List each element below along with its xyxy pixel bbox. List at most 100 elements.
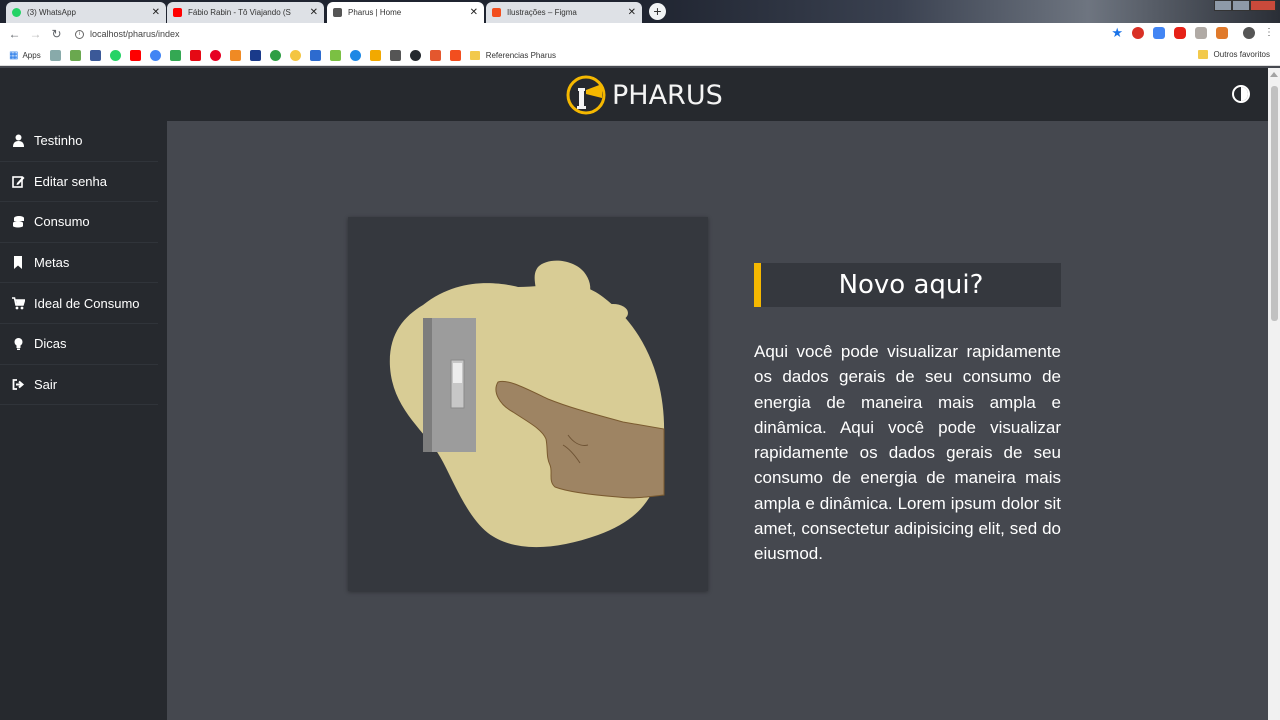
minimize-icon[interactable] <box>1214 0 1232 11</box>
scrollbar-thumb[interactable] <box>1271 86 1278 321</box>
sidebar-item-dicas[interactable]: Dicas <box>0 324 158 365</box>
bookmark-orange-icon[interactable] <box>229 49 241 61</box>
bookmark-oo-icon[interactable] <box>329 49 341 61</box>
sidebar-item-metas[interactable]: Metas <box>0 243 158 284</box>
sidebar-item-label: Sair <box>34 376 58 392</box>
switch-toggle <box>453 363 462 383</box>
bookmark-icon <box>14 256 22 270</box>
whatsapp-icon <box>12 8 21 17</box>
bookmark-folder-referencias[interactable]: Referencias Pharus <box>469 50 556 60</box>
switch-plate-edge <box>423 318 432 452</box>
apps-grid-icon: ▦ <box>9 49 19 61</box>
menu-kebab-icon[interactable]: ⋮ <box>1264 27 1274 39</box>
bookmark-suap-icon[interactable] <box>49 49 61 61</box>
sidebar-item-profile[interactable]: Testinho <box>0 121 158 162</box>
lightbulb-icon <box>14 338 23 351</box>
url-field[interactable]: i localhost/pharus/index <box>75 29 180 39</box>
page-scrollbar[interactable] <box>1268 68 1280 720</box>
tab-label: (3) WhatsApp <box>27 8 76 17</box>
tab-label: Pharus | Home <box>348 8 402 17</box>
back-arrow-icon[interactable]: ← <box>4 27 25 41</box>
bookmark-yellow-icon[interactable] <box>289 49 301 61</box>
contrast-icon[interactable] <box>1232 85 1250 103</box>
close-icon[interactable]: ✕ <box>628 7 636 18</box>
avatar[interactable] <box>1243 27 1255 39</box>
maximize-icon[interactable] <box>1232 0 1250 11</box>
bookmark-label: Outros favoritos <box>1213 50 1270 59</box>
edit-icon <box>12 176 25 188</box>
tab-pharus-home[interactable]: Pharus | Home ✕ <box>327 2 484 23</box>
window-close-icon[interactable] <box>1250 0 1276 11</box>
extension-toolbar: ★ ⋮ <box>1111 26 1274 39</box>
bookmark-ph-icon[interactable] <box>309 49 321 61</box>
close-icon[interactable]: ✕ <box>470 7 478 18</box>
sidebar-item-label: Dicas <box>34 336 67 352</box>
user-icon <box>13 134 24 148</box>
github-icon[interactable] <box>409 49 421 61</box>
cart-icon <box>12 296 25 310</box>
tab-youtube[interactable]: Fábio Rabin - Tô Viajando (S ✕ <box>167 2 324 23</box>
sidebar-item-label: Ideal de Consumo <box>34 295 140 311</box>
sidebar-item-label: Metas <box>34 255 70 271</box>
coins-icon <box>13 216 24 228</box>
whatsapp-bookmark-icon[interactable] <box>109 49 121 61</box>
tab-figma[interactable]: Ilustrações – Figma ✕ <box>486 2 642 23</box>
sidebar-item-edit-password[interactable]: Editar senha <box>0 162 158 203</box>
browser-tab-bar: (3) WhatsApp ✕ Fábio Rabin - Tô Viajando… <box>0 0 1280 23</box>
bookmark-apps[interactable]: ▦ Apps <box>9 50 41 61</box>
youtube-icon <box>173 8 182 17</box>
logout-icon <box>12 378 25 390</box>
lighthouse-logo-icon <box>566 75 606 115</box>
sidebar-item-label: Consumo <box>34 214 90 230</box>
bookmarks-bar: ▦ Apps Referencias Pharus Outros favorit… <box>0 45 1280 66</box>
forward-arrow-icon[interactable]: → <box>25 27 46 41</box>
tab-label: Ilustrações – Figma <box>507 8 577 17</box>
folder-icon <box>469 50 480 60</box>
translate-icon[interactable] <box>1153 27 1165 39</box>
main-content: Novo aqui? Aqui você pode visualizar rap… <box>167 121 1268 720</box>
youtube-ext-icon[interactable] <box>1174 27 1186 39</box>
address-bar: ← → ↻ i localhost/pharus/index ★ ⋮ <box>0 23 1280 45</box>
reload-icon[interactable]: ↻ <box>46 27 67 41</box>
bookmark-other-favorites[interactable]: Outros favoritos <box>1197 50 1270 59</box>
scroll-up-icon[interactable] <box>1270 72 1278 77</box>
adblock-icon[interactable] <box>1132 27 1144 39</box>
close-icon[interactable]: ✕ <box>310 7 318 18</box>
figma-bookmark-icon[interactable] <box>449 49 461 61</box>
illustration-card <box>348 217 708 591</box>
bookmark-label: Apps <box>22 50 41 60</box>
welcome-heading: Novo aqui? <box>838 270 984 300</box>
bookmark-mail-icon[interactable] <box>429 49 441 61</box>
tab-bar-background <box>640 0 1280 23</box>
pharus-favicon-icon <box>333 8 342 17</box>
sidebar-item-consumo[interactable]: Consumo <box>0 202 158 243</box>
facebook-icon[interactable] <box>89 49 101 61</box>
close-icon[interactable]: ✕ <box>152 7 160 18</box>
pharus-bookmark-icon[interactable] <box>389 49 401 61</box>
sidebar-item-ideal-consumo[interactable]: Ideal de Consumo <box>0 283 158 324</box>
office-icon[interactable] <box>1216 27 1228 39</box>
bookmark-star-icon[interactable]: ★ <box>1111 26 1123 39</box>
youtube-bookmark-icon[interactable] <box>129 49 141 61</box>
drive-icon[interactable] <box>169 49 181 61</box>
new-tab-button[interactable]: + <box>649 3 666 20</box>
bookmark-r-icon[interactable] <box>249 49 261 61</box>
pinterest-icon[interactable] <box>209 49 221 61</box>
pdf-icon[interactable] <box>1195 27 1207 39</box>
sidebar-item-label: Editar senha <box>34 173 107 189</box>
pharus-logo[interactable]: PHARUS <box>566 75 723 115</box>
bookmark-blue-icon[interactable] <box>349 49 361 61</box>
netflix-icon[interactable] <box>189 49 201 61</box>
sidebar-item-sair[interactable]: Sair <box>0 365 158 406</box>
bookmark-green-circle-icon[interactable] <box>269 49 281 61</box>
window-controls <box>1214 0 1276 11</box>
google-icon[interactable] <box>149 49 161 61</box>
bookmark-flag-icon[interactable] <box>369 49 381 61</box>
folder-icon <box>1197 50 1208 59</box>
tab-whatsapp[interactable]: (3) WhatsApp ✕ <box>6 2 166 23</box>
welcome-heading-box: Novo aqui? <box>754 263 1061 307</box>
figma-icon <box>492 8 501 17</box>
info-icon[interactable]: i <box>75 29 84 39</box>
sidebar-item-label: Testinho <box>34 133 83 149</box>
bookmark-green-icon[interactable] <box>69 49 81 61</box>
